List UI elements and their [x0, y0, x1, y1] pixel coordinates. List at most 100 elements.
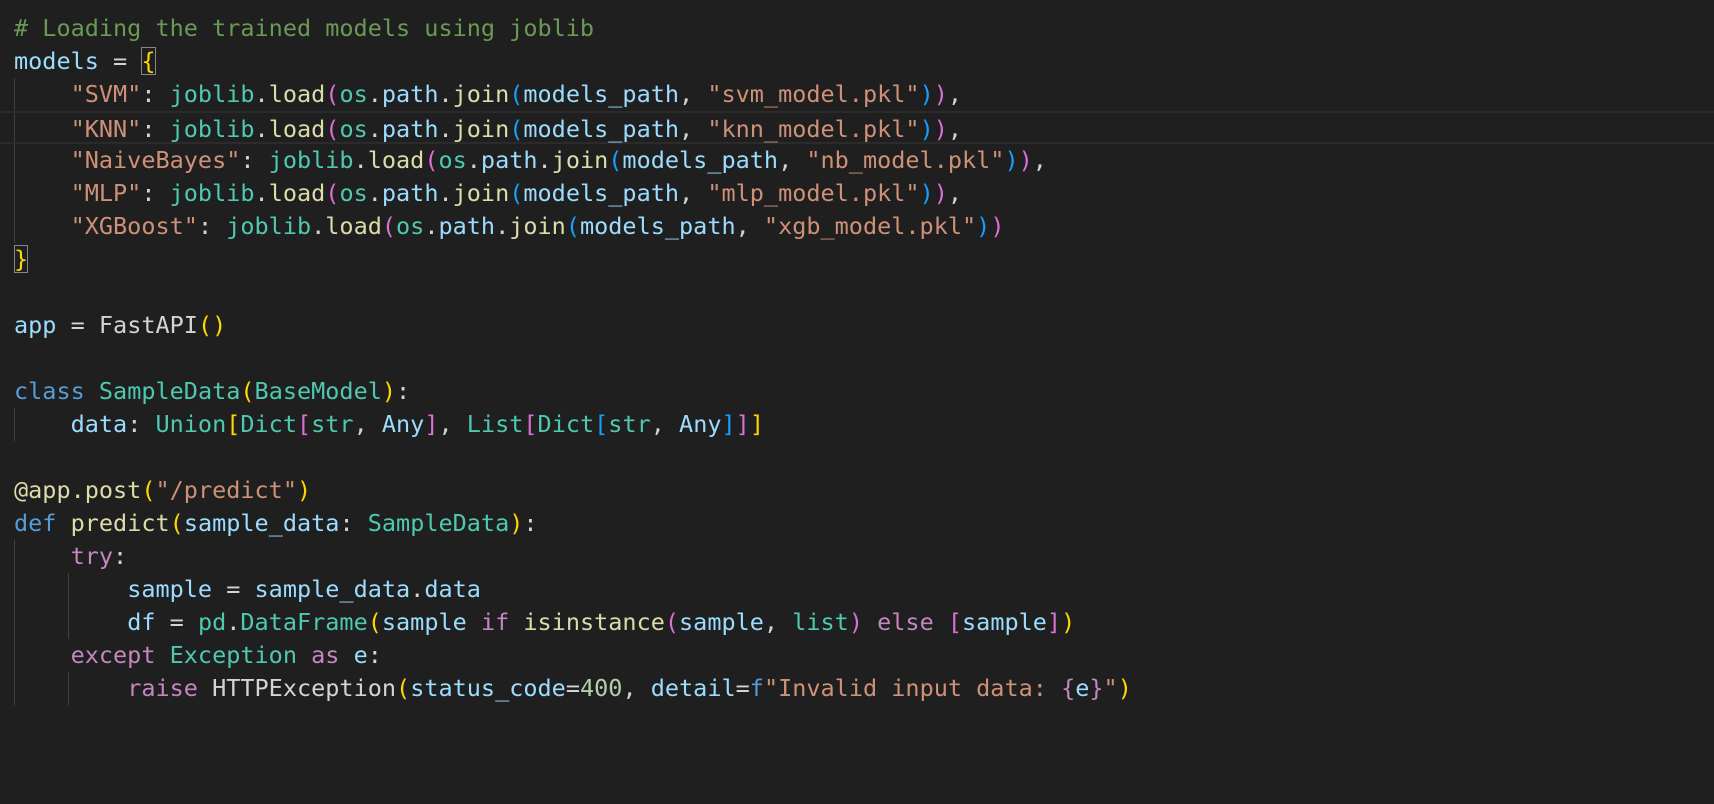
- code-token: "xgb_model.pkl": [763, 212, 977, 240]
- code-text: sample = sample_data.data: [14, 573, 481, 606]
- code-text: models = {: [14, 45, 156, 78]
- code-token: e: [353, 641, 368, 669]
- code-line[interactable]: [0, 276, 1714, 309]
- code-token: SampleData: [367, 509, 510, 537]
- code-token: os: [339, 80, 368, 108]
- code-text: "MLP": joblib.load(os.path.join(models_p…: [14, 177, 962, 210]
- code-line[interactable]: "SVM": joblib.load(os.path.join(models_p…: [0, 78, 1714, 111]
- code-token: [: [947, 608, 963, 636]
- code-line[interactable]: "MLP": joblib.load(os.path.join(models_p…: [0, 177, 1714, 210]
- code-line[interactable]: }: [0, 243, 1714, 276]
- code-token: =: [155, 608, 198, 636]
- code-token: (: [509, 80, 524, 108]
- code-token: }: [1089, 674, 1104, 702]
- code-token: ,: [947, 179, 963, 207]
- code-line[interactable]: raise HTTPException(status_code=400, det…: [0, 672, 1714, 705]
- code-token: joblib: [226, 212, 312, 240]
- code-line[interactable]: class SampleData(BaseModel):: [0, 375, 1714, 408]
- code-token: .: [367, 115, 382, 143]
- code-token: .: [438, 80, 453, 108]
- code-token: f: [749, 674, 764, 702]
- code-token: :: [141, 80, 170, 108]
- code-token: ): [919, 80, 934, 108]
- code-token: join: [452, 115, 510, 143]
- code-token: load: [268, 80, 326, 108]
- code-line[interactable]: data: Union[Dict[str, Any], List[Dict[st…: [0, 408, 1714, 441]
- code-token: detail: [650, 674, 736, 702]
- code-token: .: [367, 179, 382, 207]
- code-line[interactable]: # Loading the trained models using jobli…: [0, 12, 1714, 45]
- code-line[interactable]: [0, 342, 1714, 375]
- code-token: [: [226, 410, 241, 438]
- code-token: .: [254, 179, 269, 207]
- code-token: .: [537, 146, 552, 174]
- code-token: .: [367, 80, 382, 108]
- code-token: "nb_model.pkl": [806, 146, 1005, 174]
- code-line[interactable]: [0, 441, 1714, 474]
- code-text: "NaiveBayes": joblib.load(os.path.join(m…: [14, 144, 1047, 177]
- code-line[interactable]: "XGBoost": joblib.load(os.path.join(mode…: [0, 210, 1714, 243]
- code-token: ): [1061, 608, 1076, 636]
- code-token: models_path: [523, 179, 680, 207]
- code-token: List: [466, 410, 524, 438]
- code-line[interactable]: except Exception as e:: [0, 639, 1714, 672]
- code-token: try: [70, 542, 114, 570]
- code-line[interactable]: models = {: [0, 45, 1714, 78]
- code-editor[interactable]: # Loading the trained models using jobli…: [0, 0, 1714, 804]
- code-token: 400: [579, 674, 623, 702]
- code-token: ): [1018, 146, 1033, 174]
- code-line[interactable]: app = FastAPI(): [0, 309, 1714, 342]
- code-token: models_path: [523, 80, 680, 108]
- code-token: (: [664, 608, 680, 636]
- code-token: :: [113, 542, 128, 570]
- code-token: ): [919, 179, 934, 207]
- code-token: :: [141, 179, 170, 207]
- code-line[interactable]: sample = sample_data.data: [0, 573, 1714, 606]
- code-line[interactable]: df = pd.DataFrame(sample if isinstance(s…: [0, 606, 1714, 639]
- code-text: try:: [14, 540, 128, 573]
- code-token: :: [197, 212, 227, 240]
- code-token: ,: [778, 146, 807, 174]
- code-token: ): [381, 377, 397, 405]
- code-token: (: [424, 146, 439, 174]
- code-token: joblib: [169, 80, 255, 108]
- code-token: app: [14, 311, 57, 339]
- code-token: sample: [679, 608, 764, 636]
- code-token: =: [735, 674, 750, 702]
- code-line[interactable]: "NaiveBayes": joblib.load(os.path.join(m…: [0, 144, 1714, 177]
- code-token: if: [480, 608, 510, 636]
- code-token: ): [976, 212, 991, 240]
- code-token: (: [325, 179, 340, 207]
- code-token: joblib: [169, 179, 255, 207]
- code-line[interactable]: try:: [0, 540, 1714, 573]
- code-text: df = pd.DataFrame(sample if isinstance(s…: [14, 606, 1075, 639]
- code-text: # Loading the trained models using jobli…: [14, 12, 594, 45]
- code-token: :: [240, 146, 269, 174]
- code-token: models_path: [622, 146, 779, 174]
- code-token: ,: [1032, 146, 1047, 174]
- code-token: joblib: [169, 115, 255, 143]
- code-token: os: [396, 212, 425, 240]
- code-line[interactable]: "KNN": joblib.load(os.path.join(models_p…: [0, 111, 1714, 144]
- code-token: .: [254, 80, 269, 108]
- code-line[interactable]: [0, 705, 1714, 738]
- code-token: "SVM": [70, 80, 142, 108]
- code-token: =: [56, 311, 99, 339]
- code-token: .: [438, 179, 453, 207]
- code-line[interactable]: @app.post("/predict"): [0, 474, 1714, 507]
- code-token: ,: [947, 80, 963, 108]
- code-token: :: [339, 509, 368, 537]
- code-token: ): [848, 608, 863, 636]
- code-line[interactable]: def predict(sample_data: SampleData):: [0, 507, 1714, 540]
- code-token: (: [141, 476, 156, 504]
